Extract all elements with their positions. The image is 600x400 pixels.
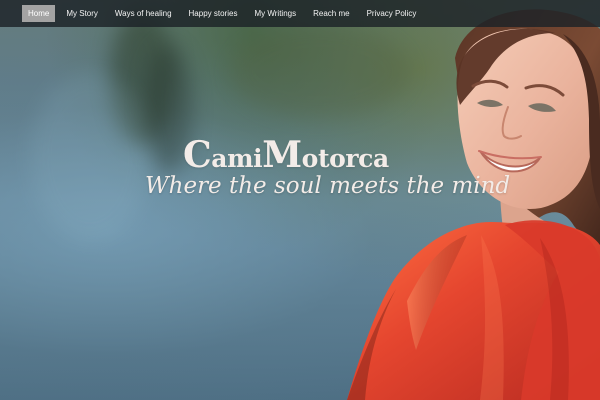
nav-item-ways-of-healing[interactable]: Ways of healing	[109, 5, 178, 22]
nav-item-my-writings[interactable]: My Writings	[248, 5, 302, 22]
hero-tagline: Where the soul meets the mind	[145, 173, 511, 199]
site-title-first-rest: ami	[211, 144, 263, 174]
site-title-first-initial: C	[183, 134, 212, 177]
nav-item-happy-stories[interactable]: Happy stories	[183, 5, 244, 22]
site-title-second-initial: M	[262, 134, 302, 177]
nav-item-reach-me[interactable]: Reach me	[307, 5, 355, 22]
main-navigation: Home My Story Ways of healing Happy stor…	[0, 0, 600, 27]
nav-item-my-story[interactable]: My Story	[60, 5, 104, 22]
site-title-second-rest: otorca	[301, 144, 389, 174]
nav-item-home[interactable]: Home	[22, 5, 56, 22]
nav-item-privacy-policy[interactable]: Privacy Policy	[361, 5, 423, 22]
